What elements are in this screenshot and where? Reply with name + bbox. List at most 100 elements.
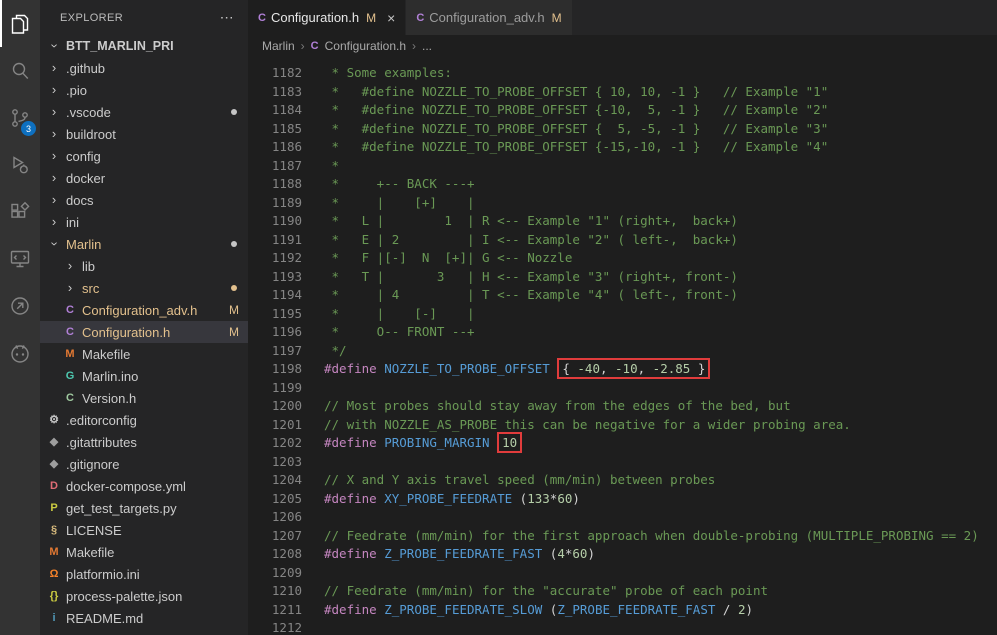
code-line[interactable]: 1198#define NOZZLE_TO_PROBE_OFFSET { -40… bbox=[248, 360, 997, 379]
line-number: 1205 bbox=[248, 490, 302, 509]
folder-item-buildroot[interactable]: ›buildroot bbox=[40, 123, 248, 145]
git-modified-badge: M bbox=[552, 11, 562, 25]
code-line[interactable]: 1190 * L | 1 | R <-- Example "1" (right+… bbox=[248, 212, 997, 231]
extensions-icon[interactable] bbox=[0, 188, 40, 235]
annotation-box: 10 bbox=[497, 432, 522, 453]
line-number: 1185 bbox=[248, 120, 302, 139]
folder-item-ini[interactable]: ›ini bbox=[40, 211, 248, 233]
file-item-readme-md[interactable]: iREADME.md bbox=[40, 607, 248, 629]
code-line[interactable]: 1186 * #define NOZZLE_TO_PROBE_OFFSET {-… bbox=[248, 138, 997, 157]
chevron-right-icon: › bbox=[52, 167, 56, 189]
line-content: #define Z_PROBE_FEEDRATE_SLOW (Z_PROBE_F… bbox=[302, 601, 753, 620]
line-number: 1193 bbox=[248, 268, 302, 287]
code-line[interactable]: 1189 * | [+] | bbox=[248, 194, 997, 213]
file-item-platformio-ini[interactable]: Ωplatformio.ini bbox=[40, 563, 248, 585]
folder-item-pio[interactable]: ›.pio bbox=[40, 79, 248, 101]
code-editor[interactable]: 1182 * Some examples:1183 * #define NOZZ… bbox=[248, 57, 997, 635]
code-line[interactable]: 1203 bbox=[248, 453, 997, 472]
file-type-icon: C bbox=[62, 321, 78, 343]
folder-item-docker[interactable]: ›docker bbox=[40, 167, 248, 189]
code-line[interactable]: 1206 bbox=[248, 508, 997, 527]
code-line[interactable]: 1205#define XY_PROBE_FEEDRATE (133*60) bbox=[248, 490, 997, 509]
folder-item-docs[interactable]: ›docs bbox=[40, 189, 248, 211]
file-item-editorconfig[interactable]: ⚙.editorconfig bbox=[40, 409, 248, 431]
folder-item-src[interactable]: ›src bbox=[40, 277, 248, 299]
code-line[interactable]: 1192 * F |[-] N [+]| G <-- Nozzle bbox=[248, 249, 997, 268]
code-line[interactable]: 1199 bbox=[248, 379, 997, 398]
code-line[interactable]: 1200// Most probes should stay away from… bbox=[248, 397, 997, 416]
file-item-makefile[interactable]: MMakefile bbox=[40, 541, 248, 563]
file-item-gitignore[interactable]: ◆.gitignore bbox=[40, 453, 248, 475]
activity-bar: 3 bbox=[0, 0, 40, 635]
file-type-icon: C bbox=[62, 387, 78, 409]
code-line[interactable]: 1188 * +-- BACK ---+ bbox=[248, 175, 997, 194]
code-line[interactable]: 1195 * | [-] | bbox=[248, 305, 997, 324]
file-item-version-h[interactable]: CVersion.h bbox=[40, 387, 248, 409]
more-actions-icon[interactable]: ⋯ bbox=[220, 9, 234, 26]
workspace-root-label: BTT_MARLIN_PRI bbox=[66, 39, 174, 53]
item-label: .pio bbox=[66, 83, 87, 98]
file-item-get-test-targets-py[interactable]: Pget_test_targets.py bbox=[40, 497, 248, 519]
file-item-marlin-ino[interactable]: GMarlin.ino bbox=[40, 365, 248, 387]
file-type-icon: P bbox=[46, 497, 62, 519]
line-content: // with NOZZLE_AS_PROBE this can be nega… bbox=[302, 416, 851, 435]
breadcrumb-item-marlin[interactable]: Marlin bbox=[262, 39, 295, 53]
line-content: #define PROBING_MARGIN 10 bbox=[302, 434, 522, 453]
code-line[interactable]: 1194 * | 4 | T <-- Example "4" ( left-, … bbox=[248, 286, 997, 305]
workspace-root[interactable]: › BTT_MARLIN_PRI bbox=[40, 35, 248, 57]
code-line[interactable]: 1202#define PROBING_MARGIN 10 bbox=[248, 434, 997, 453]
code-line[interactable]: 1207// Feedrate (mm/min) for the first a… bbox=[248, 527, 997, 546]
code-line[interactable]: 1204// X and Y axis travel speed (mm/min… bbox=[248, 471, 997, 490]
file-item-makefile[interactable]: MMakefile bbox=[40, 343, 248, 365]
folder-item-vscode[interactable]: ›.vscode bbox=[40, 101, 248, 123]
code-line[interactable]: 1191 * E | 2 | I <-- Example "2" ( left-… bbox=[248, 231, 997, 250]
platformio-icon[interactable] bbox=[0, 329, 40, 376]
code-line[interactable]: 1211#define Z_PROBE_FEEDRATE_SLOW (Z_PRO… bbox=[248, 601, 997, 620]
line-content: * F |[-] N [+]| G <-- Nozzle bbox=[302, 249, 572, 268]
code-line[interactable]: 1208#define Z_PROBE_FEEDRATE_FAST (4*60) bbox=[248, 545, 997, 564]
folder-chevron: › bbox=[46, 189, 62, 212]
line-content: * L | 1 | R <-- Example "1" (right+, bac… bbox=[302, 212, 738, 231]
folder-item-marlin[interactable]: ›Marlin bbox=[40, 233, 248, 255]
run-debug-icon[interactable] bbox=[0, 141, 40, 188]
chevron-right-icon: › bbox=[52, 57, 56, 79]
line-content: #define XY_PROBE_FEEDRATE (133*60) bbox=[302, 490, 580, 509]
item-label: .vscode bbox=[66, 105, 111, 120]
code-line[interactable]: 1187 * bbox=[248, 157, 997, 176]
item-label: docker-compose.yml bbox=[66, 479, 186, 494]
file-item-gitattributes[interactable]: ◆.gitattributes bbox=[40, 431, 248, 453]
file-item-configuration-h[interactable]: CConfiguration.hM bbox=[40, 321, 248, 343]
code-line[interactable]: 1184 * #define NOZZLE_TO_PROBE_OFFSET {-… bbox=[248, 101, 997, 120]
code-line[interactable]: 1210// Feedrate (mm/min) for the "accura… bbox=[248, 582, 997, 601]
file-item-docker-compose-yml[interactable]: Ddocker-compose.yml bbox=[40, 475, 248, 497]
file-type-icon: ◆ bbox=[46, 431, 62, 453]
breadcrumb-item-more[interactable]: ... bbox=[422, 39, 432, 53]
code-line[interactable]: 1183 * #define NOZZLE_TO_PROBE_OFFSET { … bbox=[248, 83, 997, 102]
file-item-configuration-adv-h[interactable]: CConfiguration_adv.hM bbox=[40, 299, 248, 321]
breadcrumb-item-file[interactable]: Configuration.h bbox=[325, 39, 406, 53]
code-line[interactable]: 1182 * Some examples: bbox=[248, 64, 997, 83]
tab-configuration-adv-h[interactable]: C Configuration_adv.h M bbox=[406, 0, 572, 35]
file-item-process-palette-json[interactable]: {}process-palette.json bbox=[40, 585, 248, 607]
pio-home-icon[interactable] bbox=[0, 282, 40, 329]
source-control-icon[interactable]: 3 bbox=[0, 94, 40, 141]
folder-item-lib[interactable]: ›lib bbox=[40, 255, 248, 277]
code-line[interactable]: 1193 * T | 3 | H <-- Example "3" (right+… bbox=[248, 268, 997, 287]
modified-dot-badge bbox=[231, 241, 237, 247]
line-content: * +-- BACK ---+ bbox=[302, 175, 475, 194]
explorer-icon[interactable] bbox=[0, 0, 40, 47]
tab-configuration-h[interactable]: C Configuration.h M × bbox=[248, 0, 406, 35]
file-item-license[interactable]: §LICENSE bbox=[40, 519, 248, 541]
code-line[interactable]: 1212 bbox=[248, 619, 997, 635]
search-icon[interactable] bbox=[0, 47, 40, 94]
line-content: // Feedrate (mm/min) for the first appro… bbox=[302, 527, 979, 546]
code-line[interactable]: 1196 * O-- FRONT --+ bbox=[248, 323, 997, 342]
code-line[interactable]: 1185 * #define NOZZLE_TO_PROBE_OFFSET { … bbox=[248, 120, 997, 139]
folder-item-config[interactable]: ›config bbox=[40, 145, 248, 167]
code-line[interactable]: 1209 bbox=[248, 564, 997, 583]
chevron-right-icon: › bbox=[52, 211, 56, 233]
code-line[interactable]: 1201// with NOZZLE_AS_PROBE this can be … bbox=[248, 416, 997, 435]
folder-item-github[interactable]: ›.github bbox=[40, 57, 248, 79]
remote-explorer-icon[interactable] bbox=[0, 235, 40, 282]
close-icon[interactable]: × bbox=[387, 10, 395, 26]
